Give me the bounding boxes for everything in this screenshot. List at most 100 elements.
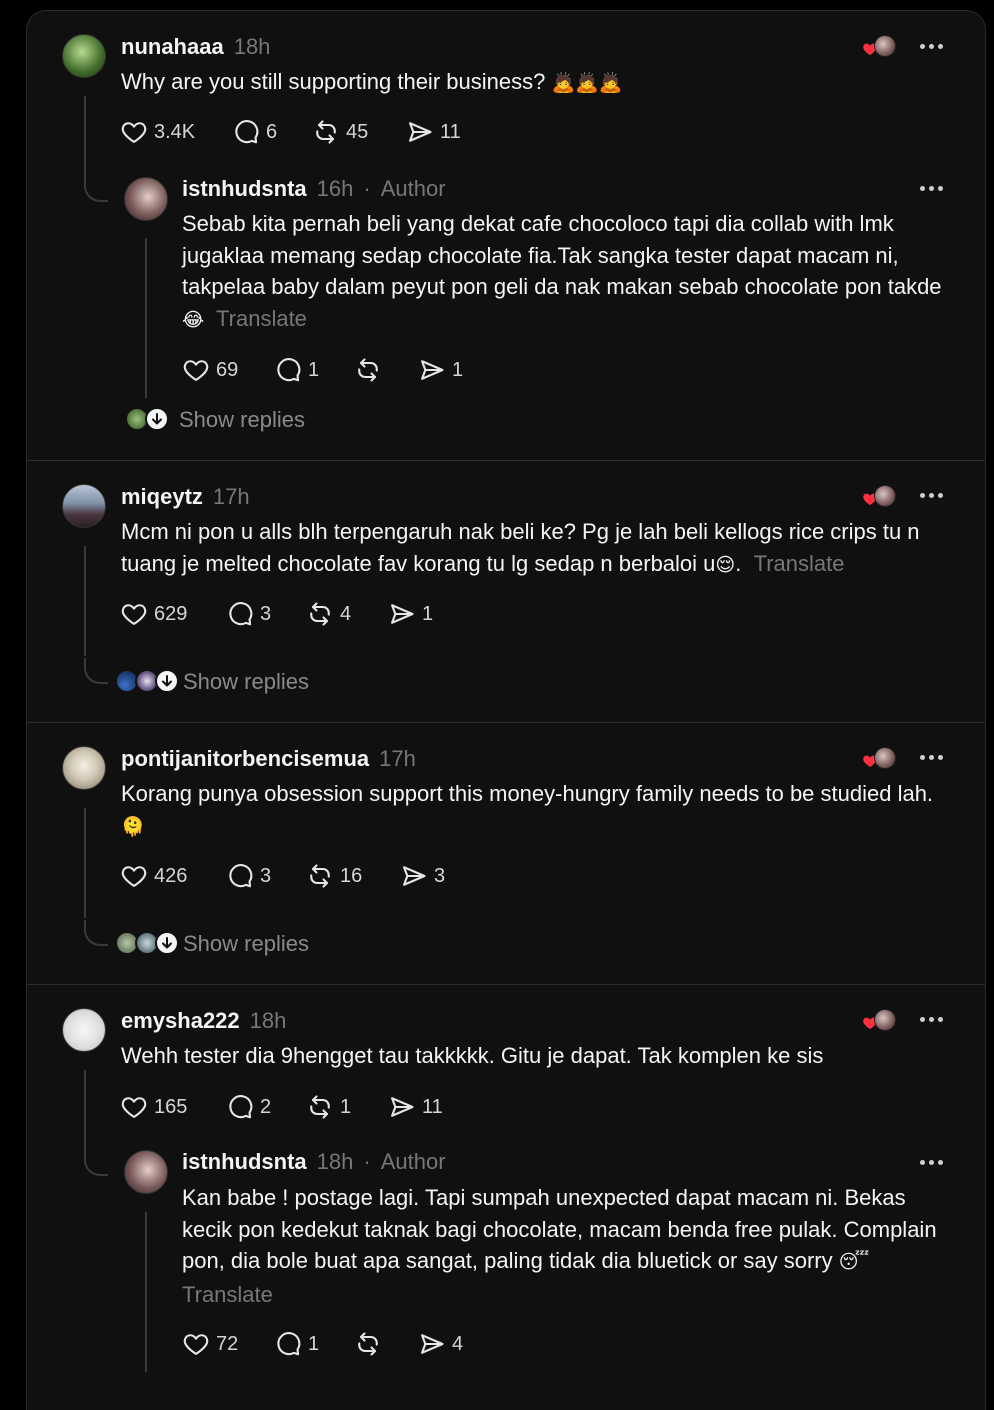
repost-icon [312, 118, 340, 146]
heart-icon [182, 1330, 210, 1358]
comment-button[interactable]: 3 [226, 862, 306, 890]
comment-icon [226, 862, 254, 890]
like-button[interactable]: 69 [182, 356, 274, 384]
repost-button[interactable]: 4 [306, 600, 388, 628]
reply-text: Mcm ni pon u alls blh terpengaruh nak be… [121, 519, 920, 576]
liked-by-author-badge [862, 35, 896, 59]
repost-icon [306, 862, 334, 890]
show-replies-arrow-icon [155, 931, 179, 955]
heart-icon [120, 1093, 148, 1121]
reply-text: Kan babe ! postage lagi. Tapi sumpah une… [182, 1185, 937, 1307]
show-replies-button[interactable]: Show replies [125, 407, 305, 433]
timestamp: 16h [316, 176, 354, 201]
show-replies-arrow-icon [155, 669, 179, 693]
share-button[interactable]: 11 [388, 1093, 443, 1121]
translate-link[interactable]: Translate [216, 306, 307, 331]
heart-icon [182, 356, 210, 384]
comment-button[interactable]: 6 [232, 118, 312, 146]
show-replies-button[interactable]: Show replies [115, 669, 309, 695]
username[interactable]: emysha222 [121, 1008, 240, 1034]
author-avatar-mini [874, 747, 896, 769]
timestamp: 18h [249, 1008, 287, 1033]
thread-line [145, 238, 147, 398]
like-button[interactable]: 165 [120, 1093, 226, 1121]
liked-by-author-badge [862, 485, 896, 509]
comment-icon [232, 118, 260, 146]
show-replies-label: Show replies [183, 931, 309, 956]
username[interactable]: miqeytz [121, 484, 203, 510]
repost-button[interactable]: 16 [306, 862, 400, 890]
repost-button[interactable] [354, 356, 418, 384]
divider [26, 984, 986, 985]
avatar[interactable] [62, 484, 106, 528]
username[interactable]: nunahaaa [121, 34, 224, 60]
repost-icon [306, 1093, 334, 1121]
comment-button[interactable]: 2 [226, 1093, 306, 1121]
more-icon[interactable] [920, 39, 950, 53]
share-icon [388, 1093, 416, 1121]
avatar[interactable] [62, 746, 106, 790]
repost-icon [354, 356, 382, 384]
comment-icon [274, 1330, 302, 1358]
repost-icon [306, 600, 334, 628]
timestamp: 17h [379, 746, 416, 771]
share-icon [418, 356, 446, 384]
repost-button[interactable]: 1 [306, 1093, 388, 1121]
username[interactable]: istnhudsnta [182, 176, 307, 202]
repost-button[interactable] [354, 1330, 418, 1358]
liked-by-author-badge [862, 1009, 896, 1033]
share-button[interactable]: 4 [418, 1330, 463, 1358]
like-button[interactable]: 426 [120, 862, 226, 890]
avatar[interactable] [62, 1008, 106, 1052]
share-icon [418, 1330, 446, 1358]
like-button[interactable]: 72 [182, 1330, 274, 1358]
share-button[interactable]: 3 [400, 862, 445, 890]
author-avatar-mini [874, 485, 896, 507]
show-replies-button[interactable]: Show replies [115, 931, 309, 957]
more-icon[interactable] [920, 750, 950, 764]
thread-line [84, 96, 86, 180]
avatar[interactable] [124, 1150, 168, 1194]
heart-icon [120, 600, 148, 628]
show-replies-label: Show replies [179, 407, 305, 432]
translate-link[interactable]: Translate [754, 551, 845, 576]
share-icon [388, 600, 416, 628]
reply-text: Wehh tester dia 9hengget tau takkkkk. Gi… [121, 1043, 824, 1068]
like-button[interactable]: 629 [120, 600, 226, 628]
liked-by-author-badge [862, 747, 896, 771]
more-icon[interactable] [920, 181, 950, 195]
author-label: Author [380, 176, 446, 201]
share-button[interactable]: 1 [418, 356, 463, 384]
share-icon [400, 862, 428, 890]
comment-button[interactable]: 1 [274, 356, 354, 384]
comment-icon [226, 600, 254, 628]
translate-link[interactable]: Translate [182, 1282, 273, 1307]
reply-text: Why are you still supporting their busin… [121, 69, 623, 94]
username[interactable]: pontijanitorbencisemua [121, 746, 369, 772]
username[interactable]: istnhudsnta [182, 1149, 307, 1175]
repost-icon [354, 1330, 382, 1358]
show-replies-label: Show replies [183, 669, 309, 694]
more-icon[interactable] [920, 1012, 950, 1026]
more-icon[interactable] [920, 488, 950, 502]
like-button[interactable]: 3.4K [120, 118, 232, 146]
comment-button[interactable]: 3 [226, 600, 306, 628]
timestamp: 17h [212, 484, 250, 509]
share-button[interactable]: 11 [406, 118, 461, 146]
show-replies-arrow-icon [145, 407, 169, 431]
author-avatar-mini [874, 35, 896, 57]
reply-text: Sebab kita pernah beli yang dekat cafe c… [182, 211, 942, 331]
author-label: Author [380, 1149, 446, 1174]
timestamp: 18h [316, 1149, 354, 1174]
repost-button[interactable]: 45 [312, 118, 406, 146]
thread-line [84, 1070, 86, 1154]
share-button[interactable]: 1 [388, 600, 433, 628]
comment-icon [274, 356, 302, 384]
comment-icon [226, 1093, 254, 1121]
more-icon[interactable] [920, 1155, 950, 1169]
timestamp: 18h [233, 34, 271, 59]
comment-button[interactable]: 1 [274, 1330, 354, 1358]
avatar[interactable] [124, 177, 168, 221]
divider [26, 460, 986, 461]
avatar[interactable] [62, 34, 106, 78]
